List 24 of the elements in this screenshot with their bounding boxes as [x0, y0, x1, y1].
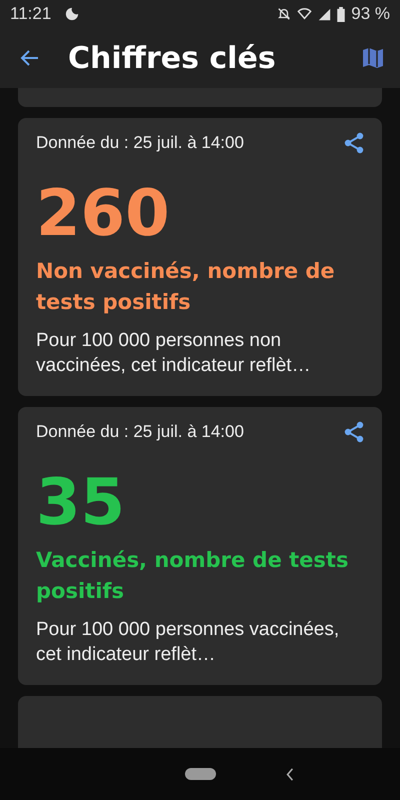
screen-title: Chiffres clés: [68, 40, 276, 76]
share-button[interactable]: [344, 421, 364, 443]
figure-description: Pour 100 000 personnes non vaccinées, cet indicateur reflèt…: [36, 329, 312, 378]
back-chevron-icon[interactable]: [286, 768, 294, 781]
key-figure: 35: [36, 465, 126, 541]
figure-title: Non vaccinés, nombre de tests positifs: [36, 258, 336, 316]
share-button[interactable]: [344, 132, 364, 154]
signal-icon: [318, 8, 332, 20]
moon-icon: [65, 7, 80, 21]
battery-icon: [337, 6, 346, 22]
wifi-icon: [297, 7, 312, 21]
home-pill[interactable]: [184, 768, 216, 780]
back-arrow-icon: [20, 48, 40, 68]
share-icon: [344, 421, 364, 443]
data-date: Donnée du : 25 juil. à 14:00: [36, 422, 244, 442]
data-date: Donnée du : 25 juil. à 14:00: [36, 133, 244, 153]
figure-title: Vaccinés, nombre de tests positifs: [36, 547, 350, 605]
status-time: 11:21: [10, 4, 52, 24]
muted-bell-icon: [277, 7, 292, 21]
figure-description: Pour 100 000 personnes vaccinées, cet indicateur reflèt…: [36, 618, 340, 667]
battery-percentage: 93 %: [351, 4, 390, 24]
key-figure: 260: [36, 176, 171, 252]
share-icon: [344, 132, 364, 154]
map-icon: [362, 47, 384, 69]
